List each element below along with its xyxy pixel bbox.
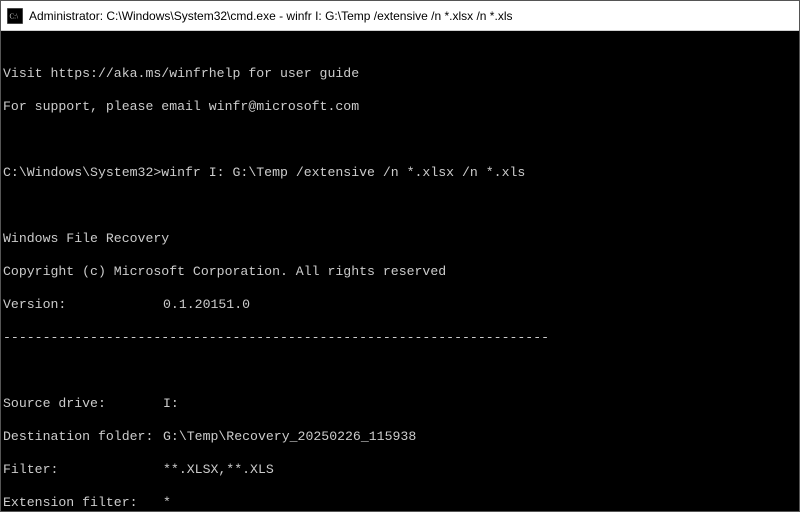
copyright: Copyright (c) Microsoft Corporation. All… — [3, 264, 797, 281]
filter-value: **.XLSX,**.XLS — [163, 462, 274, 477]
source-value: I: — [163, 396, 179, 411]
divider: ----------------------------------------… — [3, 330, 797, 347]
prompt-path: C:\Windows\System32> — [3, 165, 161, 180]
window-title: Administrator: C:\Windows\System32\cmd.e… — [29, 9, 512, 23]
blank — [3, 363, 797, 380]
extfilter-label: Extension filter: — [3, 495, 163, 512]
source-line: Source drive:I: — [3, 396, 797, 413]
version-line: Version:0.1.20151.0 — [3, 297, 797, 314]
dest-line: Destination folder:G:\Temp\Recovery_2025… — [3, 429, 797, 446]
app-name: Windows File Recovery — [3, 231, 797, 248]
source-label: Source drive: — [3, 396, 163, 413]
blank — [3, 198, 797, 215]
dest-value: G:\Temp\Recovery_20250226_115938 — [163, 429, 416, 444]
blank — [3, 132, 797, 149]
filter-label: Filter: — [3, 462, 163, 479]
extfilter-line: Extension filter:* — [3, 495, 797, 512]
dest-label: Destination folder: — [3, 429, 163, 446]
cmd-icon: C:\ — [7, 8, 23, 24]
terminal-output[interactable]: Visit https://aka.ms/winfrhelp for user … — [1, 31, 799, 511]
extfilter-value: * — [163, 495, 171, 510]
version-label: Version: — [3, 297, 163, 314]
help-line: Visit https://aka.ms/winfrhelp for user … — [3, 66, 797, 83]
titlebar[interactable]: C:\ Administrator: C:\Windows\System32\c… — [1, 1, 799, 31]
svg-text:C:\: C:\ — [10, 12, 19, 20]
version-value: 0.1.20151.0 — [163, 297, 250, 312]
command-line: C:\Windows\System32>winfr I: G:\Temp /ex… — [3, 165, 797, 182]
command-text: winfr I: G:\Temp /extensive /n *.xlsx /n… — [161, 165, 525, 180]
cmd-window: C:\ Administrator: C:\Windows\System32\c… — [0, 0, 800, 512]
help-line: For support, please email winfr@microsof… — [3, 99, 797, 116]
filter-line: Filter:**.XLSX,**.XLS — [3, 462, 797, 479]
